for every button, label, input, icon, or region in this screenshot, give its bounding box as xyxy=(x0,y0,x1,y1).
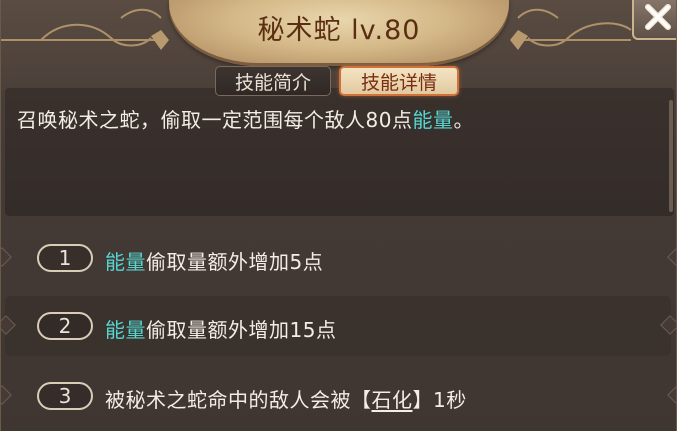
energy-keyword: 能量 xyxy=(105,250,146,274)
upgrade-detail: 被秘术之蛇命中的敌人会被 xyxy=(105,388,351,412)
row-ornament xyxy=(660,315,676,335)
skill-detail-panel: 秘术蛇 lv.80 技能简介 技能详情 召唤秘术之蛇，偷取一定范围每个敌人80点… xyxy=(0,0,677,431)
skill-title: 秘术蛇 lv.80 xyxy=(257,15,421,46)
description-scrollbar[interactable] xyxy=(669,100,673,212)
upgrade-number-badge: 1 xyxy=(37,244,93,272)
energy-keyword: 能量 xyxy=(412,108,454,132)
upgrade-text: 能量偷取量额外增加5点 xyxy=(105,246,323,275)
description-suffix: 。 xyxy=(453,108,474,132)
upgrade-duration: 1秒 xyxy=(433,388,467,412)
upgrade-text: 能量偷取量额外增加15点 xyxy=(105,314,336,343)
description-prefix: 召唤秘术之蛇，偷取一定范围每个敌人80点 xyxy=(17,108,413,132)
upgrade-detail: 偷取量额外增加15点 xyxy=(146,318,337,342)
upgrade-row-1: 1 能量偷取量额外增加5点 xyxy=(1,228,676,288)
tab-skill-detail[interactable]: 技能详情 xyxy=(339,66,459,96)
upgrade-row-3: 3 被秘术之蛇命中的敌人会被【石化】1秒 xyxy=(1,366,676,426)
upgrade-number-badge: 2 xyxy=(37,312,93,340)
tab-bar: 技能简介 技能详情 xyxy=(215,66,459,98)
upgrade-row-2: 2 能量偷取量额外增加15点 xyxy=(1,296,676,356)
petrify-status-link[interactable]: 石化 xyxy=(372,388,413,412)
upgrade-text: 被秘术之蛇命中的敌人会被【石化】1秒 xyxy=(105,384,467,413)
close-button[interactable] xyxy=(632,0,676,40)
row-ornament xyxy=(1,315,16,335)
upgrade-detail: 偷取量额外增加5点 xyxy=(146,250,324,274)
energy-keyword: 能量 xyxy=(105,318,146,342)
row-ornament xyxy=(667,385,676,405)
close-icon xyxy=(645,4,671,30)
skill-description: 召唤秘术之蛇，偷取一定范围每个敌人80点能量。 xyxy=(17,104,657,133)
row-ornament xyxy=(1,385,12,405)
row-ornament xyxy=(667,247,676,267)
bracket-close: 】 xyxy=(412,388,433,412)
bracket-open: 【 xyxy=(351,388,372,412)
upgrade-number-badge: 3 xyxy=(37,382,93,410)
tab-skill-intro[interactable]: 技能简介 xyxy=(215,66,331,96)
row-ornament xyxy=(1,247,12,267)
